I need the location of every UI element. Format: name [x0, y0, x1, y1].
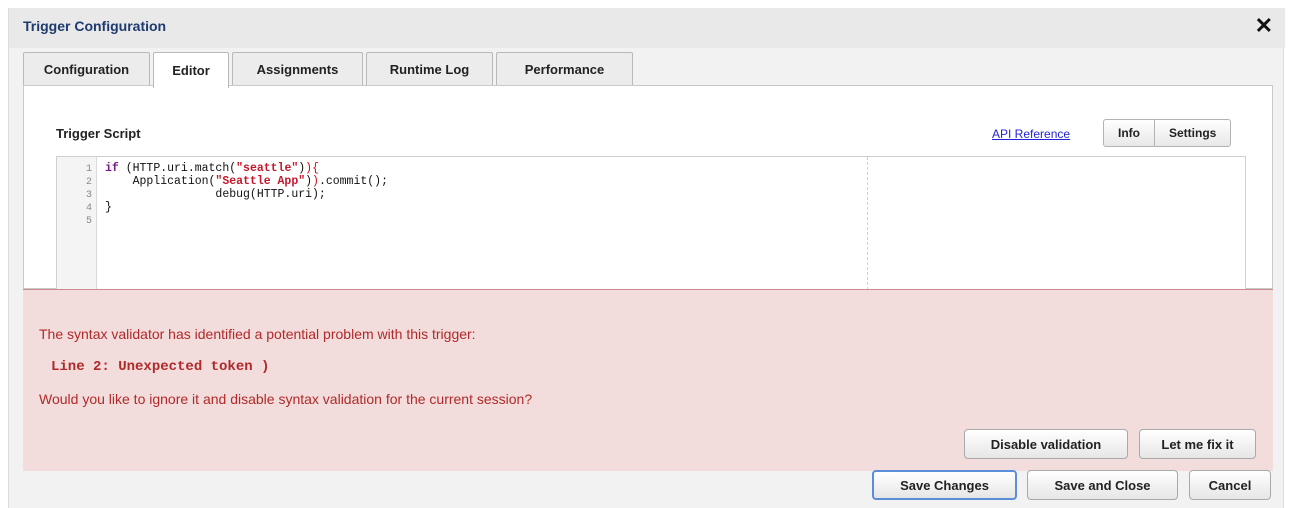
let-me-fix-it-button[interactable]: Let me fix it [1139, 429, 1256, 459]
editor-button-group: Info Settings [1103, 119, 1232, 147]
save-changes-button[interactable]: Save Changes [872, 470, 1017, 500]
code-line: Application("Seattle App")).commit(); [105, 175, 388, 188]
line-number: 2 [85, 177, 92, 188]
editor-panel: Trigger Script API Reference Info Settin… [23, 85, 1273, 290]
cancel-button[interactable]: Cancel [1189, 470, 1271, 500]
tab-bar: Configuration Editor Assignments Runtime… [23, 52, 636, 88]
warning-message: The syntax validator has identified a po… [39, 326, 476, 342]
dialog-title: Trigger Configuration [23, 18, 167, 34]
tab-assignments[interactable]: Assignments [232, 52, 363, 85]
code-editor[interactable]: 1 2 3 4 5 if (HTTP.uri.match("seattle"))… [56, 156, 1246, 290]
code-line: debug(HTTP.uri); [105, 188, 326, 201]
syntax-warning-panel: The syntax validator has identified a po… [23, 289, 1273, 471]
error-detail: Line 2: Unexpected token ) [51, 359, 270, 375]
dialog-titlebar: Trigger Configuration ✕ [9, 8, 1285, 48]
line-number: 1 [85, 164, 92, 175]
settings-button[interactable]: Settings [1154, 120, 1230, 146]
close-icon[interactable]: ✕ [1255, 14, 1273, 38]
tab-performance[interactable]: Performance [496, 52, 633, 85]
tab-editor[interactable]: Editor [153, 52, 229, 88]
trigger-script-label: Trigger Script [56, 126, 141, 141]
save-and-close-button[interactable]: Save and Close [1027, 470, 1178, 500]
line-number: 3 [85, 190, 92, 201]
api-reference-link[interactable]: API Reference [992, 127, 1070, 141]
warning-question: Would you like to ignore it and disable … [39, 391, 533, 407]
tab-configuration[interactable]: Configuration [23, 52, 150, 85]
code-line: } [105, 201, 112, 214]
trigger-configuration-dialog: Trigger Configuration ✕ Configuration Ed… [8, 8, 1285, 508]
info-button[interactable]: Info [1104, 120, 1154, 146]
tab-runtime-log[interactable]: Runtime Log [366, 52, 493, 85]
print-margin [867, 157, 868, 290]
code-line: if (HTTP.uri.match("seattle")){ [105, 162, 319, 175]
line-number: 4 [85, 203, 92, 214]
line-number: 5 [85, 216, 92, 227]
code-content[interactable]: if (HTTP.uri.match("seattle")){ Applicat… [105, 162, 388, 227]
disable-validation-button[interactable]: Disable validation [964, 429, 1128, 459]
line-number-gutter: 1 2 3 4 5 [57, 157, 97, 290]
